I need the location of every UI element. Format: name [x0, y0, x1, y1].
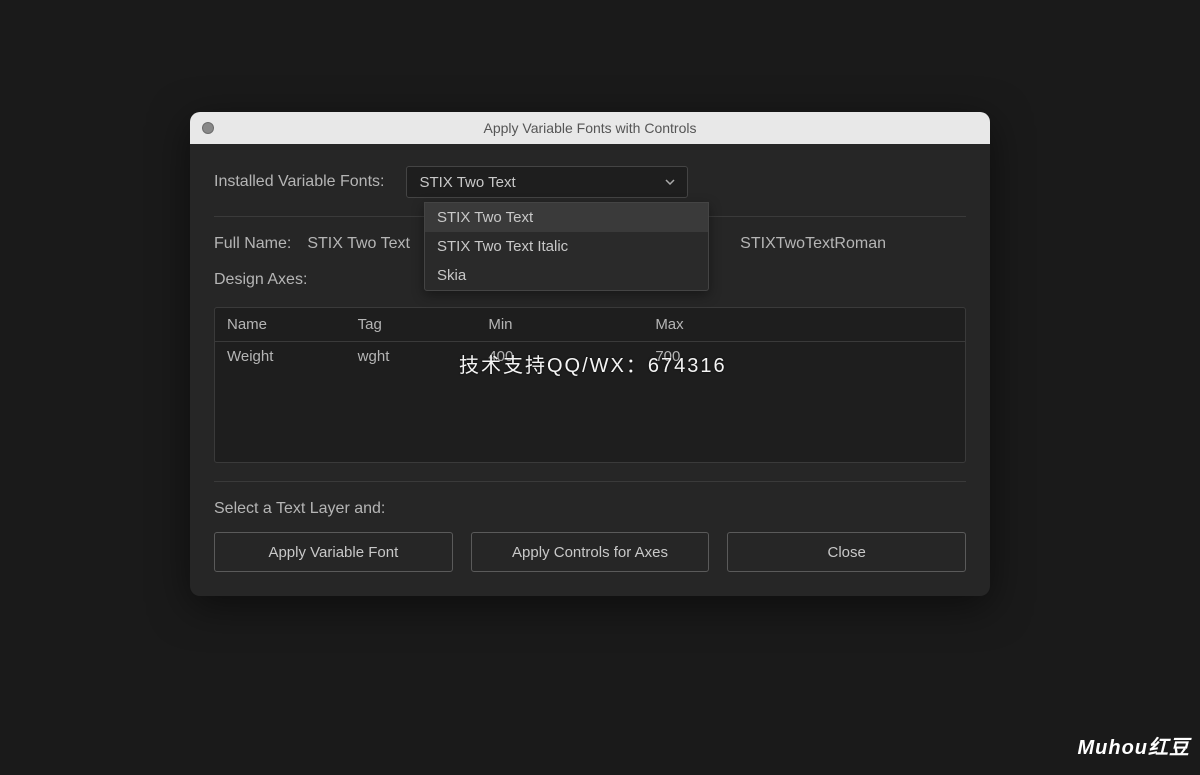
font-dropdown-menu: STIX Two Text STIX Two Text Italic Skia	[424, 202, 709, 291]
dropdown-option[interactable]: STIX Two Text Italic	[425, 232, 708, 261]
dropdown-option[interactable]: Skia	[425, 261, 708, 290]
col-header-min: Min	[488, 316, 655, 333]
divider	[214, 481, 966, 482]
col-header-tag: Tag	[358, 316, 489, 333]
apply-font-button[interactable]: Apply Variable Font	[214, 532, 453, 572]
postscript-name-value: STIXTwoTextRoman	[740, 235, 886, 253]
table-body: Weight wght 400 700	[215, 342, 965, 462]
window-title: Apply Variable Fonts with Controls	[190, 120, 990, 136]
button-row: Apply Variable Font Apply Controls for A…	[214, 532, 966, 572]
font-dropdown[interactable]: STIX Two Text	[406, 166, 688, 198]
chevron-down-icon	[665, 179, 675, 185]
dialog-content: Installed Variable Fonts: STIX Two Text …	[190, 144, 990, 596]
col-header-name: Name	[227, 316, 358, 333]
cell-tag: wght	[358, 348, 489, 365]
close-icon[interactable]	[202, 122, 214, 134]
corner-watermark: Muhou红豆	[1077, 731, 1190, 760]
cell-min: 400	[488, 348, 655, 365]
table-row[interactable]: Weight wght 400 700	[215, 342, 965, 371]
design-axes-label: Design Axes:	[214, 271, 307, 289]
cell-max: 700	[655, 348, 822, 365]
font-selector-label: Installed Variable Fonts:	[214, 173, 384, 191]
close-button[interactable]: Close	[727, 532, 966, 572]
apply-controls-button[interactable]: Apply Controls for Axes	[471, 532, 710, 572]
col-header-max: Max	[655, 316, 822, 333]
axes-table: Name Tag Min Max Weight wght 400 700	[214, 307, 966, 463]
full-name-label: Full Name:	[214, 235, 291, 253]
instruction-text: Select a Text Layer and:	[214, 500, 966, 518]
table-header: Name Tag Min Max	[215, 308, 965, 342]
font-selector-row: Installed Variable Fonts: STIX Two Text …	[214, 166, 966, 198]
full-name-value: STIX Two Text	[307, 235, 410, 253]
cell-name: Weight	[227, 348, 358, 365]
titlebar: Apply Variable Fonts with Controls	[190, 112, 990, 144]
dropdown-option[interactable]: STIX Two Text	[425, 203, 708, 232]
font-dropdown-value: STIX Two Text	[419, 174, 515, 191]
dialog-window: Apply Variable Fonts with Controls Insta…	[190, 112, 990, 596]
